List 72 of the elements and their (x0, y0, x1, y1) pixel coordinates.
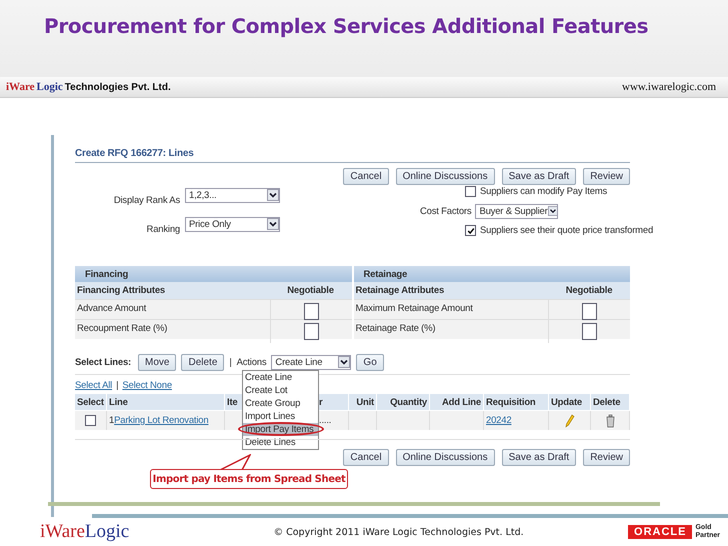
checkbox-label: Suppliers can modify Pay Items (480, 186, 608, 197)
pencil-icon[interactable] (564, 414, 574, 428)
checkbox[interactable] (85, 415, 96, 426)
copyright-text: © Copyright 2011 iWare Logic Technologies Pvt. Ltd. (274, 526, 524, 538)
company-name: iWare Logic Technologies Pvt. Ltd. (6, 81, 171, 93)
trash-icon[interactable] (606, 414, 614, 428)
toolbar-label: Select Lines: (75, 356, 132, 368)
page-button[interactable]: Save as Draft (502, 449, 576, 466)
page-button[interactable]: Online Discussions (396, 168, 495, 185)
field-label: Ranking (146, 224, 181, 235)
checkbox[interactable] (465, 186, 476, 197)
table-cell-text: Recoupment Rate (%) (76, 322, 168, 336)
menu-item[interactable]: Import Lines (243, 410, 318, 423)
callout-pointer (219, 454, 251, 470)
select-all-link[interactable]: Select All (75, 380, 112, 391)
column-header: Negotiable (564, 284, 614, 298)
cost-factors-dropdown[interactable]: Buyer & Supplier (475, 204, 558, 218)
column-header: Retainage Attributes (354, 284, 446, 298)
footer-logo: iWareLogic (40, 521, 130, 543)
table-cell (377, 411, 430, 430)
column-header: Financing Attributes (76, 284, 166, 298)
table-cell (349, 411, 377, 430)
column-header: r (317, 394, 349, 410)
checkbox[interactable] (304, 323, 318, 340)
menu-item[interactable]: Create Lot (243, 384, 318, 397)
column-header: Requisition (484, 394, 549, 410)
column-header: Negotiable (286, 284, 335, 298)
page-button[interactable]: Online Discussions (396, 449, 495, 466)
separator: | (116, 380, 118, 391)
checkbox[interactable] (304, 303, 318, 320)
page-button[interactable]: Cancel (343, 449, 389, 466)
column-header: Delete (591, 394, 630, 410)
column-header: Unit (349, 394, 377, 410)
go-button[interactable]: Go (356, 354, 384, 370)
table-cell-text: Maximum Retainage Amount (354, 302, 474, 316)
field-label: Cost Factors (420, 206, 472, 216)
checkbox-label: Suppliers see their quote price transformed (480, 225, 654, 236)
checkbox[interactable] (582, 303, 597, 320)
website-url: www.iwarelogic.com (622, 81, 716, 93)
table-cell-text: Advance Amount (76, 302, 148, 316)
separator: | (229, 356, 232, 368)
page-button[interactable]: Review (583, 168, 630, 185)
page-button[interactable]: Review (583, 449, 630, 466)
slide-title: Procurement for Complex Services Additional Features (44, 14, 648, 38)
section-header: Financing (75, 266, 352, 282)
display-rank-dropdown[interactable]: 1,2,3... (185, 188, 280, 202)
select-none-link[interactable]: Select None (122, 380, 172, 391)
field-label: Display Rank As (112, 195, 181, 206)
toolbar-label: Actions (236, 356, 266, 368)
ranking-dropdown[interactable]: Price Only (185, 216, 280, 232)
menu-item[interactable]: Create Line (243, 371, 318, 384)
section-header: Retainage (354, 266, 630, 282)
toolbar-button[interactable]: Move (138, 354, 176, 370)
column-header: Quantity (377, 394, 430, 410)
column-header: Add Line (430, 394, 484, 410)
requisition-link[interactable]: 20242 (486, 415, 512, 426)
line-link[interactable]: Parking Lot Renovation (114, 415, 208, 426)
page-button[interactable]: Save as Draft (502, 168, 576, 185)
menu-item[interactable]: Create Group (243, 397, 318, 410)
checkbox[interactable] (582, 323, 597, 340)
checkbox[interactable] (465, 225, 476, 236)
line-number: 1 (109, 415, 114, 426)
page-button[interactable]: Cancel (343, 168, 389, 185)
partner-logo: ORACLE (628, 525, 692, 539)
toolbar-button[interactable]: Delete (181, 354, 224, 370)
column-header: Update (549, 394, 591, 410)
table-cell-text: Retainage Rate (%) (354, 322, 436, 336)
column-header: Select (75, 394, 107, 410)
column-header: Line (107, 394, 225, 410)
table-cell: ..... (317, 411, 349, 430)
page-title: Create RFQ 166277: Lines (75, 146, 630, 163)
actions-dropdown[interactable]: Create Line (271, 354, 352, 370)
